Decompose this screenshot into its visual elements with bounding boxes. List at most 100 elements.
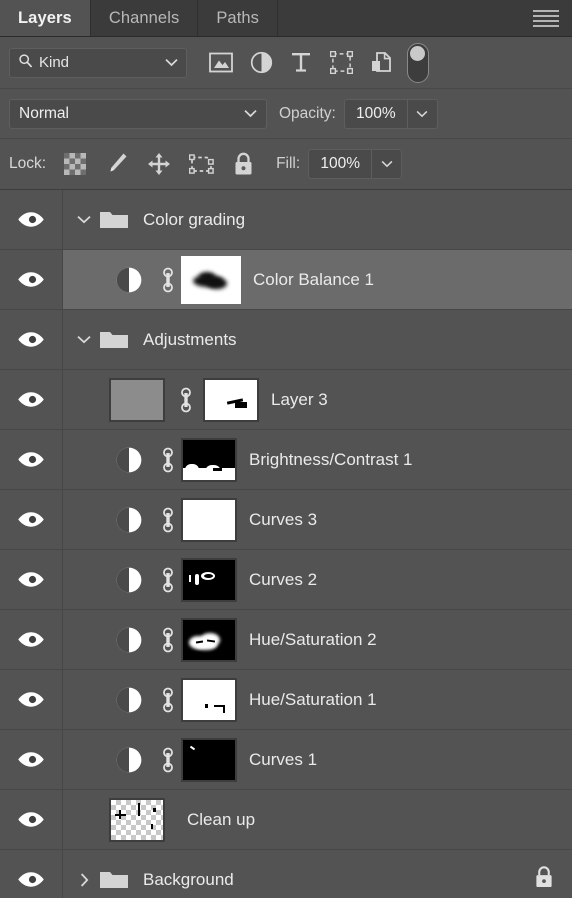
panel-tab-bar: Layers Channels Paths [0,0,572,37]
layer-visibility-toggle[interactable] [0,250,63,309]
layer-row-body[interactable]: Color grading [63,190,572,249]
filter-kind-select[interactable]: Kind [9,47,187,78]
table-row[interactable]: Curves 3 [0,490,572,550]
lock-icon[interactable] [534,865,554,894]
adjustment-layer-filter-icon[interactable] [241,46,281,80]
table-row[interactable]: Clean up [0,790,572,850]
table-row[interactable]: Curves 1 [0,730,572,790]
layer-thumbnail[interactable] [109,377,165,422]
layer-mask-thumbnail[interactable] [181,557,237,602]
link-layers-icon[interactable] [155,447,181,473]
fill-stepper-chevron[interactable] [371,150,401,178]
layer-visibility-toggle[interactable] [0,370,63,429]
lock-position-icon[interactable] [138,146,180,182]
table-row[interactable]: Adjustments [0,310,572,370]
folder-icon [97,209,131,231]
link-layers-icon[interactable] [155,687,181,713]
adjustment-half-circle-icon[interactable] [103,626,155,654]
link-layers-icon[interactable] [155,627,181,653]
layer-mask-thumbnail[interactable] [181,677,237,722]
adjustment-half-circle-icon[interactable] [103,566,155,594]
hamburger-menu-icon [533,9,559,27]
eye-visibility-icon [18,392,44,407]
pixel-layer-filter-icon[interactable] [201,46,241,80]
chevron-down-icon[interactable] [71,335,97,344]
layer-thumbnail[interactable] [109,797,165,842]
layer-row-body[interactable]: Color Balance 1 [63,250,572,309]
shape-layer-filter-icon[interactable] [321,46,361,80]
lock-artboard-nesting-icon[interactable] [180,146,222,182]
layer-mask-thumbnail[interactable] [181,255,241,304]
lock-transparent-pixels-icon[interactable] [54,146,96,182]
layer-row-body[interactable]: Clean up [63,790,572,849]
table-row[interactable]: Color Balance 1 [0,250,572,310]
table-row[interactable]: Layer 3 [0,370,572,430]
link-layers-icon[interactable] [155,567,181,593]
layer-row-body[interactable]: Adjustments [63,310,572,369]
layer-mask-thumbnail[interactable] [203,377,259,422]
table-row[interactable]: Curves 2 [0,550,572,610]
opacity-value[interactable]: 100% [345,100,407,128]
layer-row-body[interactable]: Curves 1 [63,730,572,789]
layer-visibility-toggle[interactable] [0,190,63,249]
adjustment-half-circle-icon[interactable] [103,446,155,474]
panel-menu-button[interactable] [520,0,572,36]
tab-paths[interactable]: Paths [198,0,279,36]
adjustment-half-circle-icon[interactable] [103,686,155,714]
layer-visibility-toggle[interactable] [0,610,63,669]
layer-visibility-toggle[interactable] [0,550,63,609]
table-row[interactable]: Hue/Saturation 2 [0,610,572,670]
layer-visibility-toggle[interactable] [0,430,63,489]
tab-layers[interactable]: Layers [0,0,91,36]
layer-visibility-toggle[interactable] [0,790,63,849]
layer-row-body[interactable]: Brightness/Contrast 1 [63,430,572,489]
layer-visibility-toggle[interactable] [0,310,63,369]
layer-mask-thumbnail[interactable] [181,617,237,662]
link-layers-icon[interactable] [155,747,181,773]
adjustment-half-circle-icon[interactable] [103,746,155,774]
fill-value[interactable]: 100% [309,150,371,178]
lock-bar: Lock: Fill: 100% [0,139,572,190]
fill-field[interactable]: 100% [308,149,403,179]
table-row[interactable]: Background [0,850,572,898]
layer-row-body[interactable]: Layer 3 [63,370,572,429]
table-row[interactable]: Brightness/Contrast 1 [0,430,572,490]
lock-image-pixels-icon[interactable] [96,146,138,182]
chevron-right-icon[interactable] [71,872,97,887]
adjustment-half-circle-icon[interactable] [103,506,155,534]
link-layers-icon[interactable] [155,507,181,533]
layer-row-body[interactable]: Hue/Saturation 1 [63,670,572,729]
adjustment-half-circle-icon[interactable] [103,266,155,294]
layer-visibility-toggle[interactable] [0,670,63,729]
filter-kind-label: Kind [39,54,70,71]
tab-channels[interactable]: Channels [91,0,199,36]
chevron-down-icon[interactable] [71,215,97,224]
layer-visibility-toggle[interactable] [0,490,63,549]
eye-visibility-icon [18,812,44,827]
blend-mode-select[interactable]: Normal [9,98,267,129]
layer-row-body[interactable]: Background [63,850,572,898]
eye-visibility-icon [18,692,44,707]
type-layer-filter-icon[interactable] [281,46,321,80]
eye-visibility-icon [18,452,44,467]
layer-mask-thumbnail[interactable] [181,497,237,542]
table-row[interactable]: Color grading [0,190,572,250]
layer-visibility-toggle[interactable] [0,730,63,789]
opacity-field[interactable]: 100% [343,98,438,129]
link-layers-icon[interactable] [155,267,181,293]
opacity-stepper-chevron[interactable] [406,99,437,128]
link-layers-icon[interactable] [173,387,199,413]
layer-row-body[interactable]: Curves 2 [63,550,572,609]
layer-mask-thumbnail[interactable] [181,437,237,482]
layer-visibility-toggle[interactable] [0,850,63,898]
smart-object-filter-icon[interactable] [361,46,401,80]
layer-row-body[interactable]: Hue/Saturation 2 [63,610,572,669]
layer-row-body[interactable]: Curves 3 [63,490,572,549]
layer-list: Color grading Color Balance 1 Adjustment… [0,190,572,898]
filter-enable-toggle[interactable] [407,42,429,83]
layer-name: Color grading [143,209,246,229]
lock-all-icon[interactable] [222,146,264,182]
table-row[interactable]: Hue/Saturation 1 [0,670,572,730]
layer-mask-thumbnail[interactable] [181,737,237,782]
chevron-down-icon [244,105,257,123]
